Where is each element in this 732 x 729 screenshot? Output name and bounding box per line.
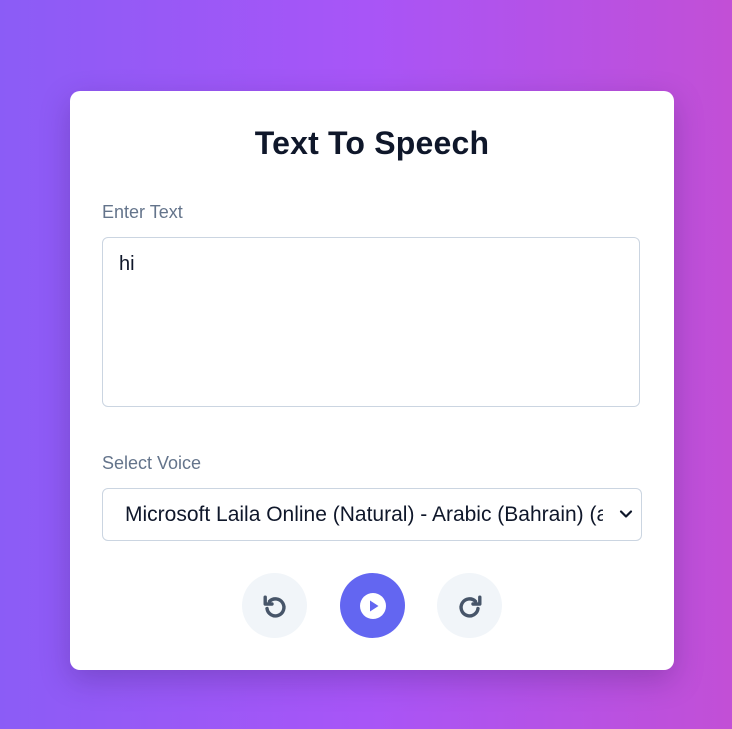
page-title: Text To Speech [254, 125, 490, 161]
select-voice-label: Select Voice [102, 453, 202, 473]
enter-text-label: Enter Text [102, 202, 183, 222]
rotate-cw-icon [458, 595, 481, 618]
play-button[interactable] [340, 573, 405, 638]
voice-select-value: Microsoft Laila Online (Natural) - Arabi… [125, 503, 603, 526]
forward-button[interactable] [437, 573, 502, 638]
text-input[interactable]: hi [102, 237, 640, 407]
rotate-ccw-icon [263, 595, 286, 618]
voice-select[interactable]: Microsoft Laila Online (Natural) - Arabi… [102, 488, 642, 541]
tts-card: Text To Speech Enter Text hi Select Voic… [70, 91, 674, 670]
play-circle-icon [359, 592, 386, 619]
playback-controls [70, 573, 674, 638]
rewind-button[interactable] [242, 573, 307, 638]
chevron-down-icon [619, 510, 633, 518]
